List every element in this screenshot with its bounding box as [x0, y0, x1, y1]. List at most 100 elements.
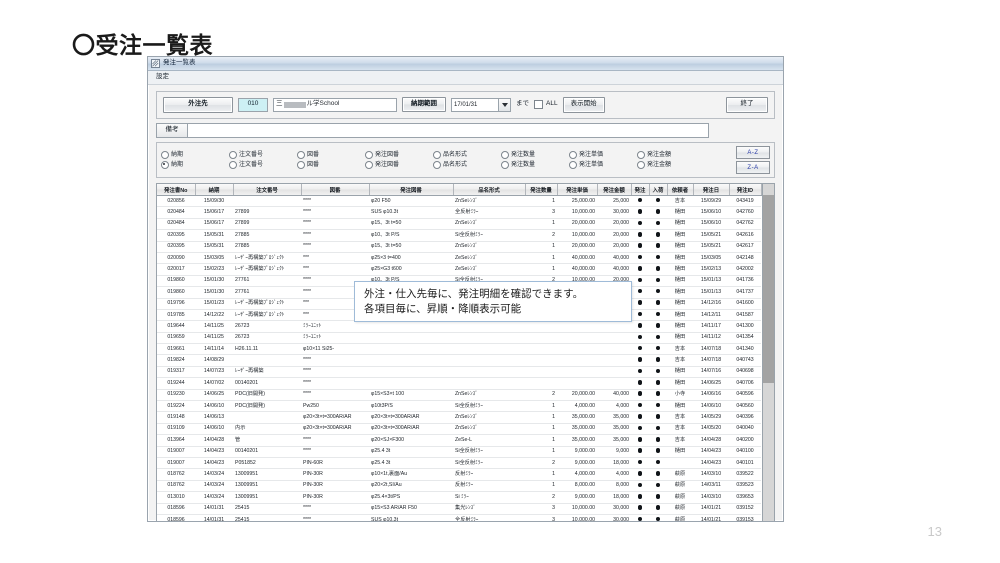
vendor-select-button[interactable]: 外注先 — [163, 96, 233, 113]
sort-radio-2-3[interactable]: 発注図番 — [365, 161, 433, 169]
radio-button-icon[interactable] — [569, 161, 577, 169]
sort-radio-2-7[interactable]: 発注金額 — [637, 161, 705, 169]
cell-15-12: 14/07/16 — [693, 366, 729, 379]
radio-button-icon[interactable] — [161, 151, 169, 159]
table-row[interactable]: 019244 14/07/02 00140201 **** 樋田 14/06/25 0407… — [157, 377, 761, 390]
exit-button[interactable]: 終了 — [726, 96, 768, 113]
sort-radio-2-2[interactable]: 図番 — [297, 161, 365, 169]
vendor-name-input[interactable]: 三 ル学School — [273, 97, 397, 112]
cell-20-7: 35,000.00 — [557, 423, 597, 436]
sort-radio-2-4[interactable]: 品名形式 — [433, 161, 501, 169]
sort-radio-1-3[interactable]: 発注図番 — [365, 151, 433, 159]
scrollbar-thumb[interactable] — [762, 195, 774, 383]
column-header-12[interactable]: 発注日 — [693, 184, 730, 196]
table-row[interactable]: 013010 14/03/24 13009951 PIN-30R φ25.4×3t/PS… — [157, 491, 761, 504]
radio-button-icon[interactable] — [297, 161, 305, 169]
column-header-1[interactable]: 納期 — [195, 184, 234, 196]
app-window-icon — [151, 59, 160, 68]
table-row[interactable]: 020395 15/05/31 27885 **** φ10、3t P/S Si全反射ﾐﾗ… — [157, 229, 761, 242]
column-header-4[interactable]: 発注図番 — [369, 184, 454, 196]
cell-3-6: 2 — [525, 229, 557, 242]
table-row[interactable]: 018762 14/03/24 13009951 PIN-30R φ10×1t,裏面/A… — [157, 468, 761, 481]
sort-radio-1-1[interactable]: 注文番号 — [229, 151, 297, 159]
cell-2-2: 27899 — [233, 218, 301, 231]
menu-item-settings[interactable]: 設定 — [153, 73, 172, 82]
column-header-6[interactable]: 発注数量 — [525, 184, 558, 196]
radio-button-icon[interactable] — [637, 161, 645, 169]
radio-button-icon[interactable] — [229, 161, 237, 169]
radio-button-icon[interactable] — [569, 151, 577, 159]
column-header-10[interactable]: 入荷 — [649, 184, 668, 196]
table-row[interactable]: 019659 14/11/25 26723 ﾐﾗｰﾕﾆｯﾄ 樋田 14/11/12 0413… — [157, 332, 761, 345]
order-list-grid[interactable]: 発注書No 納期 注文番号 図番 発注図番 品名形式 発注数量 発注単価 発注金額 発注 入荷 依頼者… — [156, 183, 775, 521]
cell-8-0: 019860 — [157, 286, 195, 299]
cell-23-1: 14/04/23 — [195, 457, 233, 470]
radio-button-icon[interactable] — [501, 151, 509, 159]
table-row[interactable]: 019007 14/04/23 P051852 PIN-60R φ25.4 3t Si全反… — [157, 457, 761, 470]
radio-button-icon[interactable] — [433, 151, 441, 159]
radio-button-icon[interactable] — [637, 151, 645, 159]
table-row[interactable]: 019230 14/06/25 PDC(旧開発) **** φ15×S3×t 100 Zn… — [157, 389, 761, 402]
period-date-input[interactable]: 17/01/31 — [451, 97, 499, 112]
sort-radio-1-2[interactable]: 図番 — [297, 151, 365, 159]
radio-button-icon[interactable] — [161, 161, 169, 169]
sort-radio-2-5[interactable]: 発注数量 — [501, 161, 569, 169]
column-header-8[interactable]: 発注金額 — [597, 184, 632, 196]
radio-button-icon[interactable] — [433, 161, 441, 169]
sort-radio-1-6[interactable]: 発注単価 — [569, 151, 637, 159]
column-header-0[interactable]: 発注書No — [157, 184, 196, 196]
radio-button-icon[interactable] — [365, 161, 373, 169]
column-header-5[interactable]: 品名形式 — [453, 184, 526, 196]
cell-10-10 — [649, 309, 667, 322]
all-checkbox-group[interactable]: ALL — [534, 100, 558, 109]
radio-button-icon[interactable] — [229, 151, 237, 159]
radio-button-icon[interactable] — [501, 161, 509, 169]
sort-radio-1-7[interactable]: 発注金額 — [637, 151, 705, 159]
column-header-2[interactable]: 注文番号 — [233, 184, 302, 196]
table-row[interactable]: 019661 14/11/14 H26.11.11 φ10×11 Si25- 吉本 14/… — [157, 343, 761, 356]
table-row[interactable]: 020484 15/06/17 27899 **** φ15、3t t=50 ZnSeﾚﾝ… — [157, 218, 761, 231]
sort-radio-1-5[interactable]: 発注数量 — [501, 151, 569, 159]
remark-input[interactable] — [188, 123, 709, 138]
sort-radio-label: 品名形式 — [443, 162, 468, 168]
sort-radio-2-6[interactable]: 発注単価 — [569, 161, 637, 169]
radio-button-icon[interactable] — [365, 151, 373, 159]
sort-radio-2-1[interactable]: 注文番号 — [229, 161, 297, 169]
table-row[interactable]: 020017 15/02/23 ﾚｰｻﾞｰ再構築ﾌﾟﾛｼﾞｪｸﾄ *** φ25×G3 … — [157, 263, 761, 276]
table-row[interactable]: 018762 14/03/24 13009951 PIN-30R φ20×2t,SI/A… — [157, 480, 761, 493]
table-row[interactable]: 019824 14/08/29 **** 吉本 14/07/18 040743 — [157, 354, 761, 367]
table-row[interactable]: 018596 14/01/31 25415 **** SUS φ10.3t 全反射ﾐﾗｰ 3… — [157, 514, 761, 521]
all-checkbox[interactable] — [534, 100, 543, 109]
period-range-button[interactable]: 納期範囲 — [402, 97, 446, 112]
cell-26-1: 14/03/24 — [195, 491, 233, 504]
show-start-button[interactable]: 表示開始 — [562, 96, 605, 113]
table-row[interactable]: 019148 14/06/13 φ20×3t×t=300AR/AR φ20×3t×t=… — [157, 411, 761, 424]
cell-8-1: 15/01/30 — [195, 286, 233, 299]
vertical-scrollbar[interactable] — [761, 184, 774, 521]
table-row[interactable]: 019644 14/11/25 26723 ﾐﾗｰﾕﾆｯﾄ 樋田 14/11/17 0413… — [157, 320, 761, 333]
table-row[interactable]: 018596 14/01/31 25415 **** φ15×S3 AR/AR F50 集… — [157, 503, 761, 515]
column-header-9[interactable]: 発注 — [631, 184, 650, 196]
radio-button-icon[interactable] — [297, 151, 305, 159]
table-row[interactable]: 020395 15/05/31 27885 **** φ15、3t t=50 ZnSeﾚﾝ… — [157, 241, 761, 253]
table-row[interactable]: 019109 14/06/10 内示 φ20×3t×t=300AR/AR φ20×3t×… — [157, 423, 761, 436]
table-row[interactable]: 020856 15/09/30 **** φ20 F50 ZnSeﾚﾝｽﾞ 1 25,000… — [157, 195, 761, 208]
column-header-7[interactable]: 発注単価 — [557, 184, 598, 196]
table-row[interactable]: 020484 15/06/17 27899 **** SUS φ10.3t 全反射ﾐﾗｰ 3… — [157, 206, 761, 219]
vendor-code-input[interactable]: 010 — [238, 97, 268, 112]
table-row[interactable]: 019317 14/07/23 ﾚｰｻﾞｰ再構築 **** 樋田 14/07/16 0406… — [157, 366, 761, 379]
column-header-13[interactable]: 発注ID — [729, 184, 762, 196]
table-row[interactable]: 013964 14/04/28 管 **** φ20×SJ×F300 ZeSe-L 1 35,… — [157, 434, 761, 447]
sort-radio-1-0[interactable]: 納期 — [161, 151, 229, 159]
sort-ascending-button[interactable]: A-Z — [736, 146, 770, 159]
table-row[interactable]: 019007 14/04/23 00140201 **** φ25.4 3t Si全反射ﾐ… — [157, 446, 761, 459]
sort-radio-1-4[interactable]: 品名形式 — [433, 151, 501, 159]
sort-radio-2-0[interactable]: 納期 — [161, 161, 229, 169]
chevron-down-icon[interactable] — [499, 97, 511, 112]
cell-17-6: 2 — [525, 389, 557, 402]
table-row[interactable]: 020090 15/03/05 ﾚｰｻﾞｰ再構築ﾌﾟﾛｼﾞｪｸﾄ *** φ25×3 t… — [157, 252, 761, 265]
sort-descending-button[interactable]: Z-A — [736, 161, 770, 174]
column-header-11[interactable]: 依頼者 — [667, 184, 694, 196]
table-row[interactable]: 019224 14/06/10 PDC(旧開発) Pw250 φ10t3P/S Si全反射… — [157, 400, 761, 413]
column-header-3[interactable]: 図番 — [301, 184, 370, 196]
